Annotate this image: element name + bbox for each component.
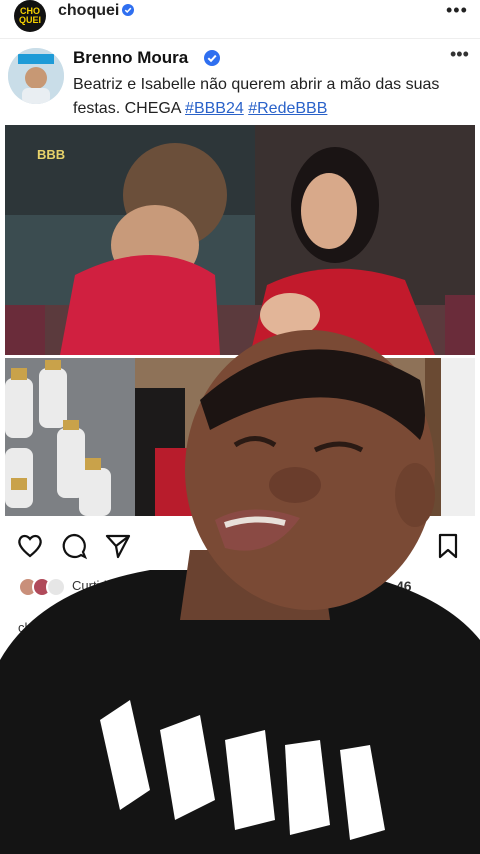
post-photo-1: BBB bbox=[5, 125, 475, 355]
likes-count[interactable]: 46 bbox=[396, 578, 412, 594]
account-avatar[interactable]: CHO QUEI bbox=[14, 0, 46, 32]
post-author-name[interactable]: Brenno Moura bbox=[73, 48, 188, 68]
post-image-2[interactable] bbox=[5, 358, 475, 516]
post-actions bbox=[0, 532, 480, 568]
post-more-button[interactable]: ••• bbox=[450, 44, 469, 65]
sobre-badge[interactable]: SOBRE bbox=[18, 826, 72, 854]
account-header: CHO QUEI choquei ••• bbox=[0, 0, 480, 40]
caption-username[interactable]: choq bbox=[18, 620, 46, 635]
comment-icon[interactable] bbox=[60, 532, 88, 560]
post-photo-2 bbox=[5, 358, 475, 516]
heart-icon[interactable] bbox=[16, 532, 44, 560]
bookmark-icon[interactable] bbox=[434, 532, 462, 560]
account-logo-text: CHO QUEI bbox=[18, 6, 41, 25]
liked-by-avatar-stack bbox=[18, 577, 66, 597]
black-shirt bbox=[0, 570, 480, 854]
liked-by-avatars[interactable] bbox=[18, 576, 68, 598]
author-avatar[interactable] bbox=[8, 48, 64, 104]
show-logo: BBB bbox=[37, 147, 65, 162]
verified-badge-icon bbox=[122, 4, 134, 16]
account-name[interactable]: choquei bbox=[58, 2, 119, 20]
liked-by-text[interactable]: Curtid bbox=[72, 578, 107, 593]
hashtag-link-bbb24[interactable]: #BBB24 bbox=[185, 100, 244, 117]
hashtag-link-redebbb[interactable]: #RedeBBB bbox=[248, 100, 327, 117]
more-options-button[interactable]: ••• bbox=[446, 0, 468, 21]
verified-badge-icon bbox=[204, 50, 220, 66]
send-icon[interactable] bbox=[104, 532, 132, 560]
author-photo bbox=[8, 48, 64, 104]
post-text: Beatriz e Isabelle não querem abrir a mã… bbox=[73, 73, 453, 121]
shirt-print bbox=[100, 700, 385, 840]
header-divider bbox=[0, 38, 480, 39]
story-ring[interactable] bbox=[10, 782, 52, 804]
post-image-1[interactable]: BBB bbox=[5, 125, 475, 355]
